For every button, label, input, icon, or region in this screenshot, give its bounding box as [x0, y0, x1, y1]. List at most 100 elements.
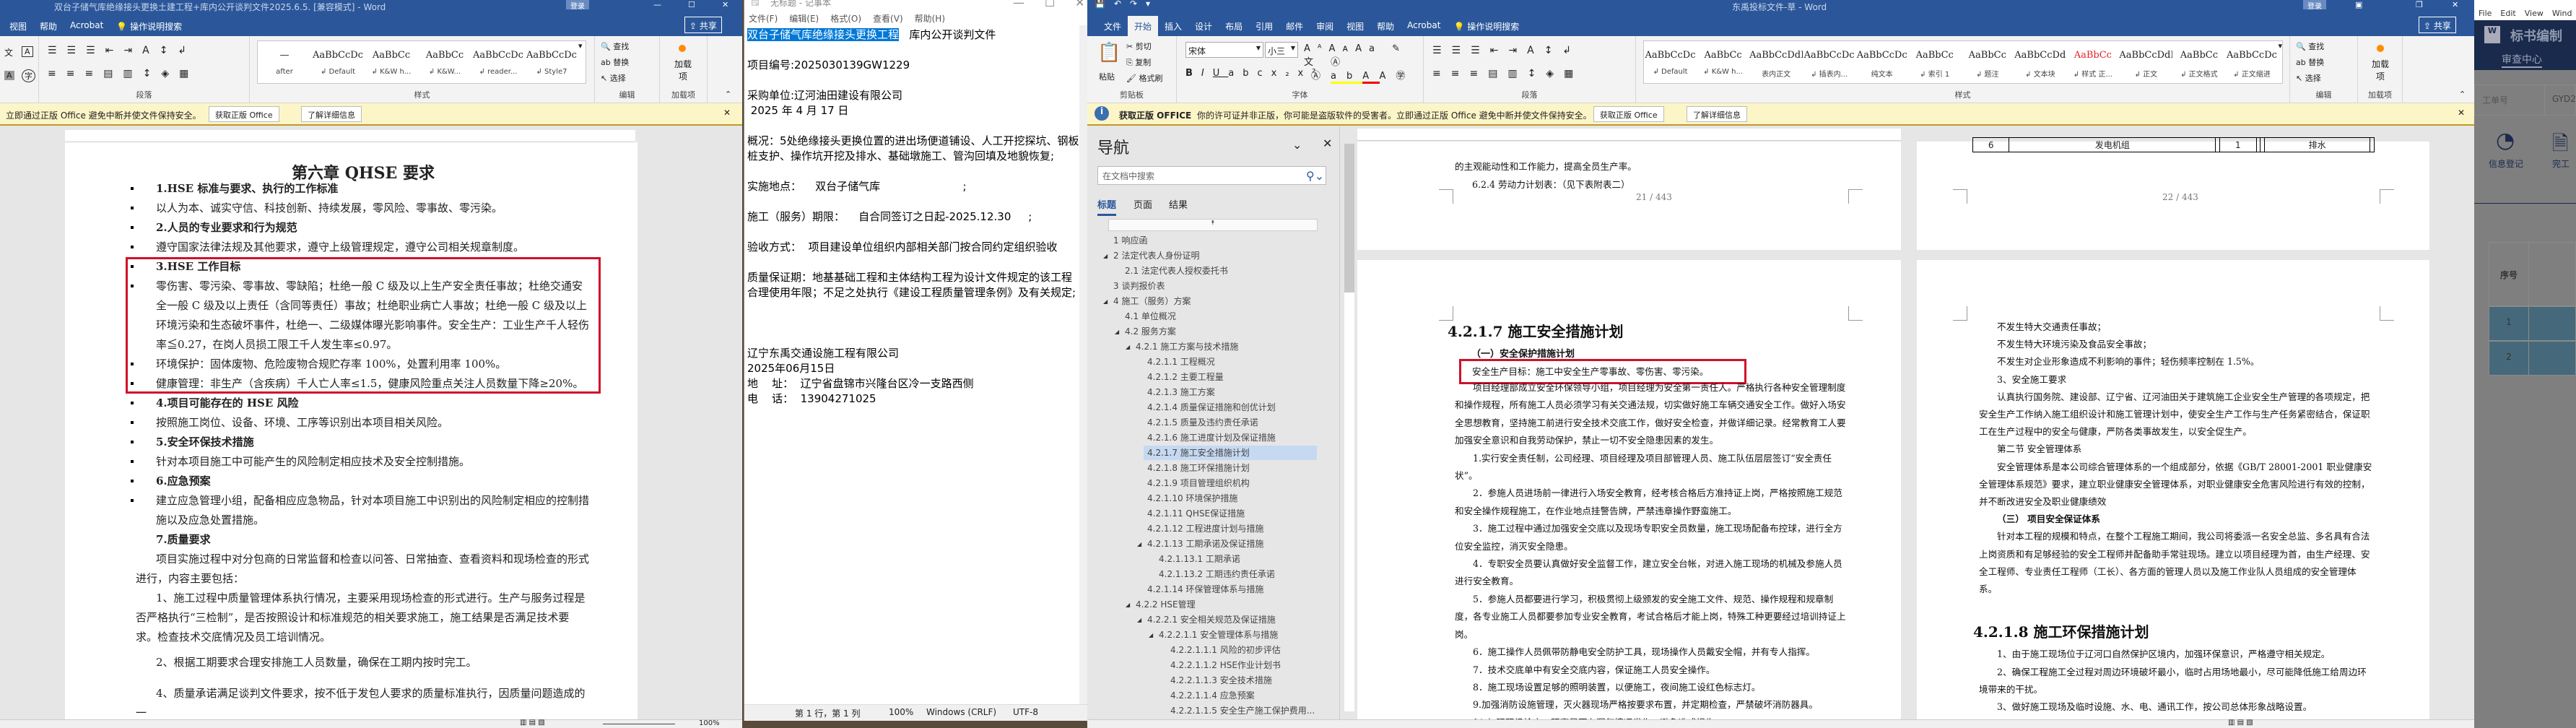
document-body[interactable]: 1.HSE 标准与要求、执行的工作标准 以人为本、诚实守信、科技创新、持续发展，零…	[126, 179, 601, 723]
nav-heading-item[interactable]: 4.2.2 HSE管理	[1136, 597, 1196, 612]
ribbon-options-icon[interactable]: ▣	[2355, 0, 2362, 9]
menu-item[interactable]: 格式(O)	[830, 12, 861, 25]
nav-heading-item[interactable]: 4.2 服务方案	[1125, 324, 1176, 339]
addins-button[interactable]: 加载项	[2370, 58, 2390, 82]
style-item[interactable]: AaBbCc ↲ 索引 1	[1908, 41, 1961, 83]
addins-button[interactable]: 加载项	[673, 58, 693, 82]
page-24[interactable]: 不发生特大交通责任事故； 不发生特大环境污染及食品安全事故； 不发生对企业形象造成不…	[1917, 260, 2429, 728]
style-item[interactable]: AaBbCc ↲ K&W h...	[365, 41, 418, 83]
nav-heading-item[interactable]: 4.2.2.1.1.1 风险的初步评估	[1170, 643, 1281, 657]
tab-item[interactable]: 邮件	[1279, 16, 1310, 36]
style-item[interactable]: AaBbCcDc ↲ Style7	[525, 41, 578, 83]
phonetic-guide-icon[interactable]: 文	[4, 46, 13, 58]
tab-item[interactable]: 视图	[1340, 16, 1370, 36]
enclose-char-icon[interactable]: 字	[22, 69, 35, 82]
table-row[interactable]: 2	[2489, 341, 2576, 376]
close-icon[interactable]: ✕	[2452, 0, 2458, 9]
nav-heading-item[interactable]: 4.2.1.12 工程进度计划与措施	[1147, 521, 1263, 536]
tab-item[interactable]: 文件	[1097, 16, 1128, 36]
nav-heading-item[interactable]: 4.2.2.1.1.5 安全生产施工保护费用...	[1170, 703, 1315, 718]
tab-item[interactable]: 审阅	[1310, 16, 1340, 36]
style-item[interactable]: AaBbCc ↲ 正文格式	[2172, 41, 2225, 83]
expand-triangle-icon[interactable]: ◢	[1126, 344, 1130, 350]
nav-heading-item[interactable]: 4 施工（服务）方案	[1113, 294, 1191, 308]
nav-heading-item[interactable]: 4.2.2.1.1.4 应急预案	[1170, 688, 1255, 703]
format-painter-button[interactable]: 🖌 格式刷	[1126, 72, 1162, 84]
font-size-select[interactable]: 小三 ▼	[1265, 42, 1298, 58]
nav-close-icon[interactable]: ✕	[1323, 136, 1332, 150]
format-buttons[interactable]: BIUabcx₂x²	[1185, 68, 1324, 79]
style-item[interactable]: AaBbCcDc ↲ reader...	[471, 41, 525, 83]
nav-heading-item[interactable]: 4.2.1.13.2 工期违约责任承诺	[1159, 567, 1275, 581]
collapse-ribbon-icon[interactable]: ⌃	[725, 90, 731, 99]
nav-heading-item[interactable]: 4.2.1.11 QHSE保证措施	[1147, 506, 1245, 521]
login-button[interactable]: 登录	[2303, 0, 2326, 11]
nav-heading-item[interactable]: 2 法定代表人身份证明	[1113, 248, 1199, 263]
nav-heading-item[interactable]: 1 响应函	[1113, 233, 1147, 248]
style-item[interactable]: AaBbCcDc ↲ Default	[1644, 41, 1697, 83]
view-mode-icons[interactable]: ▥ ▤ ▧	[520, 719, 545, 727]
style-item[interactable]: AaBbCcDc ↲ Default	[311, 41, 365, 83]
paste-icon[interactable]: 📋	[1097, 42, 1121, 64]
gallery-more-chevron-icon[interactable]: ▾	[2278, 41, 2282, 83]
tab-item[interactable]: 引用	[1249, 16, 1279, 36]
menu-item[interactable]: 查看(V)	[873, 12, 903, 25]
nav-heading-item[interactable]: 4.1 单位概况	[1125, 309, 1176, 324]
nav-heading-item[interactable]: 4.2.1.4 质量保证措施和创优计划	[1147, 400, 1276, 415]
char-shading-icon[interactable]: A	[4, 71, 14, 80]
menu-item[interactable]: Edit	[2500, 9, 2515, 18]
select-button[interactable]: ↖ 选择	[601, 72, 626, 84]
infobar-close-icon[interactable]: ✕	[723, 108, 731, 118]
tab-view[interactable]: 视图	[3, 16, 33, 36]
replace-button[interactable]: ab 替换	[601, 56, 629, 68]
nav-heading-item[interactable]: 4.2.2.1.1.2 HSE作业计划书	[1170, 658, 1281, 672]
nav-heading-item[interactable]: 3 谈判报价表	[1113, 279, 1165, 293]
share-button[interactable]: ⇪ 共享	[2419, 17, 2456, 33]
style-item[interactable]: AaBbCc ↲ K&W h...	[1697, 41, 1749, 83]
expand-triangle-icon[interactable]: ◢	[1103, 298, 1108, 305]
notepad-text-area[interactable]: 双台子储气库绝缘接头更换工程 库内公开谈判文件 项目编号:2025030139G…	[747, 27, 1079, 407]
nav-heading-item[interactable]: 4.2.2.1.1 安全管理体系与措施	[1159, 628, 1278, 642]
char-border-icon[interactable]: A	[22, 46, 33, 57]
style-item[interactable]: AaBbCcDdI 表内正文	[1749, 41, 1803, 83]
list-icons[interactable]: ☰☰☰⇤⇥A↕↲	[1432, 45, 1581, 56]
find-button[interactable]: 🔍 查找	[2296, 40, 2324, 52]
infobar-close-icon[interactable]: ✕	[2458, 108, 2465, 118]
find-button[interactable]: 🔍 查找	[601, 40, 629, 52]
tab-acrobat[interactable]: Acrobat	[64, 16, 110, 36]
minimize-icon[interactable]: —	[653, 0, 661, 9]
nav-tab-pages[interactable]: 页面	[1133, 197, 1152, 211]
menu-item[interactable]: Wind	[2552, 9, 2572, 18]
menu-item[interactable]: File	[2479, 9, 2492, 18]
tell-me-search[interactable]: 💡 操作说明搜索	[110, 16, 188, 36]
info-register-button[interactable]: 信息登记	[2489, 157, 2523, 170]
zoom-level[interactable]: 100%	[699, 719, 720, 727]
nav-tab-headings[interactable]: 标题	[1097, 197, 1117, 216]
nav-heading-item[interactable]: 4.2.1.1 工程概况	[1147, 355, 1215, 369]
quick-access-toolbar[interactable]: 💾↶↷▾	[1095, 0, 1159, 9]
menu-item[interactable]: View	[2525, 9, 2544, 18]
cut-button[interactable]: ✂ 剪切	[1126, 40, 1152, 52]
nav-heading-item[interactable]: 4.2.1.3 施工方案	[1147, 385, 1215, 399]
nav-heading-item[interactable]: 4.2.1.9 项目管理组织机构	[1147, 476, 1250, 490]
style-item[interactable]: — after	[258, 41, 311, 83]
complete-button[interactable]: 完工	[2552, 157, 2570, 170]
search-icon[interactable]: ⚲⌄	[1306, 169, 1324, 183]
align-icons[interactable]: ≡≡≡▤▥↕◈▦	[1432, 68, 1583, 79]
nav-heading-item[interactable]: 4.2.1.10 环境保护措施	[1147, 491, 1237, 506]
tab-item[interactable]: 帮助	[1370, 16, 1401, 36]
text-effect-buttons[interactable]: ⒶabAA㊫	[1311, 68, 1415, 84]
login-button[interactable]: 登录	[566, 0, 589, 11]
expand-triangle-icon[interactable]: ◢	[1103, 253, 1108, 259]
learn-more-button[interactable]: 了解详细信息	[301, 106, 362, 122]
nav-heading-item[interactable]: 4.2.1.14 环保管理体系与措施	[1147, 582, 1263, 597]
menu-item[interactable]: 帮助(H)	[915, 12, 945, 25]
menu-item[interactable]: 文件(F)	[749, 12, 778, 25]
style-item[interactable]: AaBbCc ↲ 样式 正...	[2066, 41, 2119, 83]
pie-chart-icon[interactable]: ◔	[2496, 128, 2515, 153]
restore-icon[interactable]: ❐	[2416, 0, 2423, 9]
copy-button[interactable]: ⎘ 复制	[1126, 56, 1151, 68]
page-23[interactable]: 4.2.1.7 施工安全措施计划 （一）安全保护措施计划 安全生产目标：施工中安…	[1357, 260, 1901, 728]
tab-help[interactable]: 帮助	[33, 16, 64, 36]
view-mode-icons[interactable]: ▥ ▤ ▧	[2228, 719, 2253, 727]
